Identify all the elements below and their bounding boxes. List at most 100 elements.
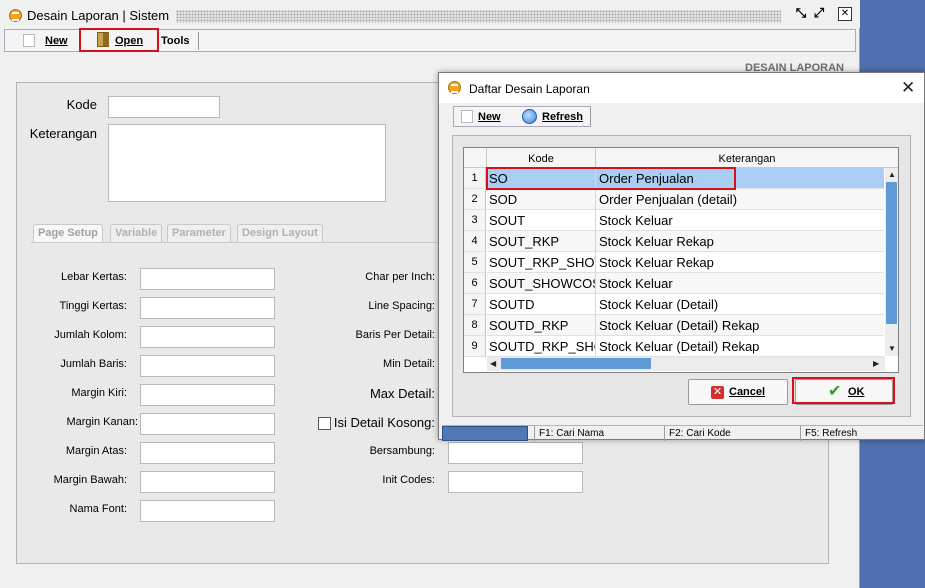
- refresh-icon: [522, 109, 537, 124]
- daftar-desain-laporan-dialog: Daftar Desain Laporan ✕ New Refresh Kode…: [438, 72, 925, 441]
- max-detail-label: Max Detail:: [369, 386, 435, 401]
- kode-cell[interactable]: SOUT_RKP_SHOW: [487, 252, 596, 273]
- kode-cell[interactable]: SOUT: [487, 210, 596, 231]
- main-title-bar[interactable]: Desain Laporan | Sistem ⤡ ⤢ ✕: [0, 0, 860, 28]
- keterangan-input[interactable]: [108, 124, 386, 202]
- keterangan-cell[interactable]: Stock Keluar (Detail): [596, 294, 884, 315]
- new-icon: [23, 34, 35, 47]
- kode-cell[interactable]: SOUT_SHOWCOST: [487, 273, 596, 294]
- selected-row-highlight: [486, 167, 736, 190]
- lebar-kertas-label: Lebar Kertas:: [60, 271, 127, 283]
- kode-label: Kode: [66, 97, 97, 112]
- keterangan-label: Keterangan: [29, 126, 97, 141]
- dialog-toolbar: New Refresh: [453, 106, 591, 127]
- table-row[interactable]: 5 SOUT_RKP_SHOW Stock Keluar Rekap: [464, 252, 884, 273]
- main-toolbar: New Open Tools: [4, 28, 856, 52]
- bersambung-input[interactable]: [448, 442, 583, 464]
- tools-button-label: Tools: [161, 35, 190, 47]
- table-row[interactable]: 9 SOUTD_RKP_SHOW Stock Keluar (Detail) R…: [464, 336, 884, 357]
- status-f2: F2: Cari Kode: [664, 426, 800, 441]
- table-row[interactable]: 8 SOUTD_RKP Stock Keluar (Detail) Rekap: [464, 315, 884, 336]
- cancel-x-icon: ✕: [711, 386, 724, 399]
- keterangan-cell[interactable]: Stock Keluar (Detail) Rekap: [596, 315, 884, 336]
- cancel-button[interactable]: ✕ Cancel: [688, 379, 788, 405]
- dialog-title-bar[interactable]: Daftar Desain Laporan ✕: [439, 73, 924, 103]
- refresh-button[interactable]: Refresh: [520, 107, 590, 128]
- jumlah-baris-input[interactable]: [140, 355, 275, 377]
- isi-detail-kosong-checkbox[interactable]: [318, 417, 331, 430]
- tab-design-layout[interactable]: Design Layout: [237, 224, 323, 242]
- status-f1: F1: Cari Nama: [534, 426, 660, 441]
- tab-parameter[interactable]: Parameter: [167, 224, 231, 242]
- vertical-scrollbar[interactable]: ▲ ▼: [885, 168, 898, 356]
- status-indicator: [442, 426, 528, 441]
- keterangan-column-header[interactable]: Keterangan: [596, 148, 898, 168]
- jumlah-baris-label: Jumlah Baris:: [60, 358, 127, 370]
- table-row[interactable]: 7 SOUTD Stock Keluar (Detail): [464, 294, 884, 315]
- tab-page-setup[interactable]: Page Setup: [33, 224, 103, 242]
- vertical-scroll-thumb[interactable]: [886, 182, 897, 324]
- keterangan-cell[interactable]: Stock Keluar Rekap: [596, 231, 884, 252]
- title-grip: [176, 10, 781, 23]
- char-per-inch-label: Char per Inch:: [365, 271, 435, 283]
- kode-cell[interactable]: SOUTD: [487, 294, 596, 315]
- table-row[interactable]: 3 SOUT Stock Keluar: [464, 210, 884, 231]
- tools-button[interactable]: Tools: [161, 30, 201, 51]
- app-logo-icon: [448, 81, 461, 94]
- tab-variable[interactable]: Variable: [110, 224, 163, 242]
- main-window-title: Desain Laporan | Sistem: [27, 8, 170, 23]
- table-row[interactable]: 6 SOUT_SHOWCOST Stock Keluar: [464, 273, 884, 294]
- margin-kanan-input[interactable]: [140, 413, 275, 435]
- bersambung-label: Bersambung:: [369, 445, 435, 457]
- cancel-label: Cancel: [729, 386, 766, 398]
- keterangan-cell[interactable]: Order Penjualan (detail): [596, 189, 884, 210]
- desain-laporan-grid[interactable]: Kode Keterangan 1 SO Order Penjualan 2 S…: [463, 147, 899, 373]
- kode-cell[interactable]: SOUTD_RKP: [487, 315, 596, 336]
- close-icon[interactable]: ✕: [838, 7, 852, 21]
- row-number: 6: [464, 273, 486, 294]
- maximize-icon[interactable]: ⤢: [812, 6, 826, 21]
- new-icon: [461, 110, 473, 123]
- horizontal-scroll-thumb[interactable]: [501, 358, 651, 369]
- close-icon[interactable]: ✕: [901, 78, 915, 98]
- new-button[interactable]: New: [9, 30, 79, 51]
- jumlah-kolom-label: Jumlah Kolom:: [54, 329, 127, 341]
- margin-bawah-input[interactable]: [140, 471, 275, 493]
- kode-column-header[interactable]: Kode: [487, 148, 596, 168]
- init-codes-input[interactable]: [448, 471, 583, 493]
- status-bar: F1: Cari Nama F2: Cari Kode F5: Refresh: [442, 425, 923, 441]
- app-logo-icon: [9, 9, 22, 22]
- min-detail-label: Min Detail:: [383, 358, 435, 370]
- keterangan-cell[interactable]: Stock Keluar (Detail) Rekap: [596, 336, 884, 357]
- table-row[interactable]: 2 SOD Order Penjualan (detail): [464, 189, 884, 210]
- margin-bawah-label: Margin Bawah:: [53, 474, 127, 486]
- scroll-down-icon[interactable]: ▼: [888, 344, 896, 353]
- new-button-label: New: [45, 35, 68, 47]
- tinggi-kertas-input[interactable]: [140, 297, 275, 319]
- row-number: 2: [464, 189, 486, 210]
- scroll-right-icon[interactable]: ▶: [873, 359, 879, 368]
- scroll-up-icon[interactable]: ▲: [888, 170, 896, 179]
- kode-cell[interactable]: SOD: [487, 189, 596, 210]
- keterangan-cell[interactable]: Stock Keluar: [596, 273, 884, 294]
- toolbar-separator: [198, 32, 199, 50]
- margin-kanan-label: Margin Kanan:: [66, 416, 138, 428]
- tinggi-kertas-label: Tinggi Kertas:: [59, 300, 127, 312]
- restore-icon[interactable]: ⤡: [794, 6, 808, 21]
- keterangan-cell[interactable]: Stock Keluar: [596, 210, 884, 231]
- table-row[interactable]: 4 SOUT_RKP Stock Keluar Rekap: [464, 231, 884, 252]
- kode-cell[interactable]: SOUTD_RKP_SHOW: [487, 336, 596, 357]
- nama-font-input[interactable]: [140, 500, 275, 522]
- margin-kiri-input[interactable]: [140, 384, 275, 406]
- lebar-kertas-input[interactable]: [140, 268, 275, 290]
- row-number-header: [464, 148, 487, 168]
- scroll-left-icon[interactable]: ◀: [490, 359, 496, 368]
- margin-kiri-label: Margin Kiri:: [71, 387, 127, 399]
- kode-cell[interactable]: SOUT_RKP: [487, 231, 596, 252]
- kode-input[interactable]: [108, 96, 220, 118]
- margin-atas-input[interactable]: [140, 442, 275, 464]
- horizontal-scrollbar[interactable]: ◀ ▶: [487, 357, 885, 371]
- dialog-new-button[interactable]: New: [456, 107, 512, 128]
- keterangan-cell[interactable]: Stock Keluar Rekap: [596, 252, 884, 273]
- jumlah-kolom-input[interactable]: [140, 326, 275, 348]
